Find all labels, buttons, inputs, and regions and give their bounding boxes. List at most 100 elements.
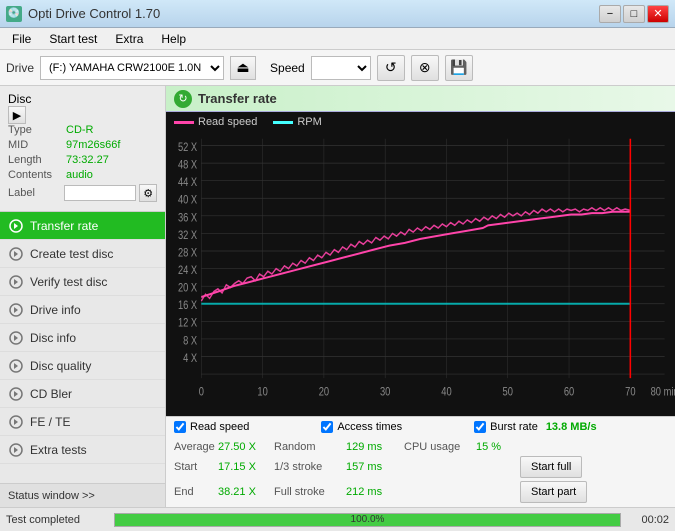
label-settings-button[interactable]: ⚙ [139,184,157,202]
burst-rate-checkbox[interactable] [474,421,486,433]
menu-file[interactable]: File [4,30,39,48]
nav-item-transfer-rate[interactable]: Transfer rate [0,212,165,240]
refresh-button[interactable]: ↺ [377,55,405,81]
disc-info-title: Disc [8,92,31,106]
minimize-button[interactable]: − [599,5,621,23]
drive-select[interactable]: (F:) YAMAHA CRW2100E 1.0N [40,56,224,80]
nav-icon-verify-test-disc [8,274,24,290]
disc-info-panel: Disc ▶ Type CD-R MID 97m26s66f Length 73… [0,86,165,212]
disc-arrow-button[interactable]: ▶ [8,106,26,124]
chart-area: 52 X 48 X 44 X 40 X 36 X 32 X 28 X 24 X … [166,132,675,416]
status-window-label: Status window >> [8,490,95,502]
maximize-button[interactable]: □ [623,5,645,23]
data-label-1: Start [174,461,210,473]
legend-rpm: RPM [273,116,321,128]
data-row-2: End 38.21 X Full stroke 212 ms Start par… [174,481,667,503]
nav-icon-fe-te [8,414,24,430]
access-times-check-text: Access times [337,421,402,433]
action-btn-1[interactable]: Start full [520,456,582,478]
menu-start-test[interactable]: Start test [41,30,105,48]
nav-item-create-test-disc[interactable]: Create test disc [0,240,165,268]
burst-rate-check-text: Burst rate [490,421,538,433]
speed-select[interactable] [311,56,371,80]
nav-item-extra-tests[interactable]: Extra tests [0,436,165,464]
drive-label: Drive [6,61,34,75]
data-val3-0: 15 % [476,441,512,453]
data-row-1: Start 17.15 X 1/3 stroke 157 ms Start fu… [174,456,667,478]
svg-text:24 X: 24 X [178,264,197,277]
data-rows: Average 27.50 X Random 129 ms CPU usage … [166,437,675,507]
nav-label-disc-quality: Disc quality [30,359,91,373]
disc-label-input[interactable] [64,185,136,201]
menu-extra[interactable]: Extra [107,30,151,48]
speed-label: Speed [270,61,305,75]
read-speed-check-text: Read speed [190,421,249,433]
svg-text:10: 10 [257,386,267,399]
clear-button[interactable]: ⊗ [411,55,439,81]
nav-item-fe-te[interactable]: FE / TE [0,408,165,436]
disc-mid-row: MID 97m26s66f [8,139,157,151]
nav-label-extra-tests: Extra tests [30,443,87,457]
svg-text:30: 30 [380,386,390,399]
svg-text:40 X: 40 X [178,194,197,207]
close-button[interactable]: ✕ [647,5,669,23]
svg-text:70: 70 [625,386,635,399]
nav-item-disc-info[interactable]: Disc info [0,324,165,352]
svg-text:52 X: 52 X [178,141,197,154]
legend-rpm-color [273,121,293,124]
save-button[interactable]: 💾 [445,55,473,81]
svg-text:36 X: 36 X [178,211,197,224]
disc-type-row: Type CD-R [8,124,157,136]
read-speed-check-label[interactable]: Read speed [174,421,249,433]
disc-mid-value: 97m26s66f [66,139,120,151]
burst-rate-value: 13.8 MB/s [546,421,597,433]
svg-text:20 X: 20 X [178,281,197,294]
data-label-0: Average [174,441,210,453]
menu-help[interactable]: Help [153,30,194,48]
nav-icon-cd-bler [8,386,24,402]
data-val-2: 38.21 X [218,486,266,498]
nav-label-disc-info: Disc info [30,331,76,345]
read-speed-checkbox[interactable] [174,421,186,433]
toolbar: Drive (F:) YAMAHA CRW2100E 1.0N ⏏ Speed … [0,50,675,86]
chart-svg: 52 X 48 X 44 X 40 X 36 X 32 X 28 X 24 X … [166,132,675,416]
right-panel: ↻ Transfer rate Read speed RPM 52 X [166,86,675,507]
svg-text:32 X: 32 X [178,229,197,242]
svg-text:28 X: 28 X [178,246,197,259]
nav-icon-disc-quality [8,358,24,374]
svg-text:12 X: 12 X [178,317,197,330]
eject-button[interactable]: ⏏ [230,56,256,80]
nav-item-drive-info[interactable]: Drive info [0,296,165,324]
nav-icon-disc-info [8,330,24,346]
svg-text:4 X: 4 X [183,352,197,365]
statusbar: Test completed 100.0% 00:02 [0,507,675,531]
disc-label-row: Label ⚙ [8,184,157,202]
svg-text:50: 50 [503,386,513,399]
disc-length-value: 73:32.27 [66,154,109,166]
menubar: File Start test Extra Help [0,28,675,50]
nav-icon-extra-tests [8,442,24,458]
disc-label-label: Label [8,187,64,199]
svg-text:60: 60 [564,386,574,399]
nav-label-drive-info: Drive info [30,303,81,317]
svg-text:8 X: 8 X [183,334,197,347]
nav-item-cd-bler[interactable]: CD Bler [0,380,165,408]
nav-item-disc-quality[interactable]: Disc quality [0,352,165,380]
status-text: Test completed [6,514,106,526]
access-times-check-label[interactable]: Access times [321,421,402,433]
progress-bar-text: 100.0% [115,514,620,526]
svg-text:20: 20 [319,386,329,399]
nav-label-verify-test-disc: Verify test disc [30,275,107,289]
burst-rate-check-label[interactable]: Burst rate 13.8 MB/s [474,421,596,433]
access-times-checkbox[interactable] [321,421,333,433]
data-key2-0: Random [274,441,338,453]
svg-text:16 X: 16 X [178,299,197,312]
status-window-button[interactable]: Status window >> [0,483,165,507]
svg-text:48 X: 48 X [178,158,197,171]
action-btn-2[interactable]: Start part [520,481,587,503]
nav-item-verify-test-disc[interactable]: Verify test disc [0,268,165,296]
data-label-2: End [174,486,210,498]
nav-icon-drive-info [8,302,24,318]
chart-header: ↻ Transfer rate [166,86,675,112]
svg-text:80 min: 80 min [651,386,675,399]
